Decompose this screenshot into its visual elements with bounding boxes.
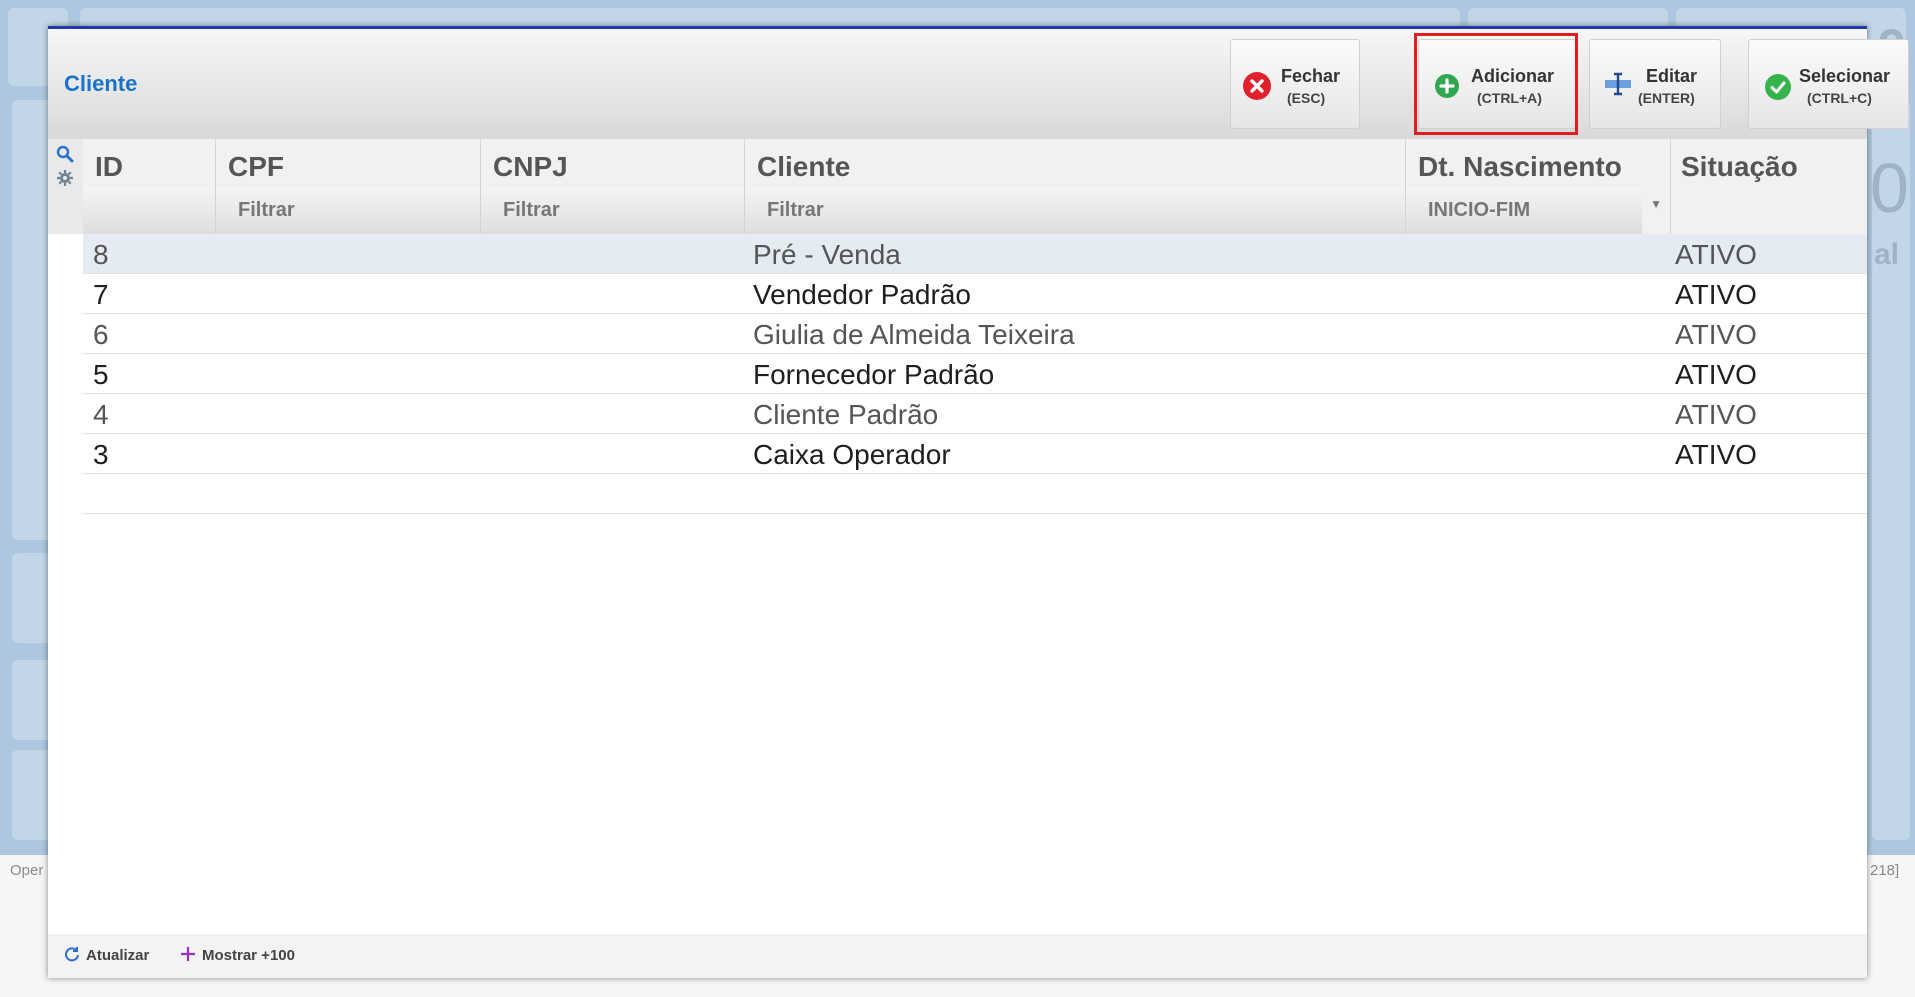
plus-icon [1435, 74, 1459, 98]
table-row[interactable]: 6 Giulia de Almeida Teixeira ATIVO [83, 314, 1867, 354]
gear-icon[interactable] [56, 169, 74, 192]
cell-id: 4 [93, 399, 109, 430]
cell-cliente: Pré - Venda [753, 239, 901, 270]
cell-cliente: Fornecedor Padrão [753, 359, 995, 390]
column-title: ID [95, 151, 123, 182]
dialog-header: Cliente Fechar (ESC) Adicionar (CTRL+A) … [48, 29, 1909, 139]
cell-situacao: ATIVO [1675, 279, 1757, 310]
cell-situacao: ATIVO [1675, 239, 1757, 270]
column-filter-empty [83, 187, 215, 234]
column-id[interactable]: ID [83, 139, 216, 234]
cell-id: 6 [93, 319, 109, 350]
cell-id: 3 [93, 439, 109, 470]
background-tile [12, 553, 52, 643]
cell-cliente: Cliente Padrão [753, 399, 939, 430]
cell-situacao: ATIVO [1675, 319, 1757, 350]
table-row[interactable]: 5 Fornecedor Padrão ATIVO [83, 354, 1867, 394]
cliente-filter-input[interactable] [745, 187, 1405, 234]
background-text: 218] [1870, 862, 1900, 879]
column-title: CPF [228, 151, 284, 182]
dialog-footer: Atualizar Mostrar +100 [48, 934, 1867, 978]
check-icon [1765, 74, 1791, 100]
background-text: Oper [10, 862, 44, 879]
text-cursor-icon [1604, 70, 1632, 98]
close-icon [1243, 72, 1271, 100]
column-title: Dt. Nascimento [1418, 151, 1622, 182]
cliente-dialog: Cliente Fechar (ESC) Adicionar (CTRL+A) … [48, 26, 1909, 978]
fechar-shortcut: (ESC) [1287, 90, 1326, 106]
cell-id: 5 [93, 359, 109, 390]
column-cliente[interactable]: Cliente [745, 139, 1406, 234]
column-title: Cliente [757, 151, 851, 182]
fechar-button[interactable]: Fechar (ESC) [1230, 39, 1360, 129]
background-text: al [1874, 238, 1900, 271]
plus-icon [180, 946, 196, 967]
search-icon[interactable] [56, 145, 74, 168]
table-row[interactable]: 8 Pré - Venda ATIVO [83, 234, 1867, 274]
cell-cliente: Vendedor Padrão [753, 279, 971, 310]
cell-cliente: Giulia de Almeida Teixeira [753, 319, 1075, 350]
adicionar-shortcut: (CTRL+A) [1477, 90, 1542, 106]
refresh-icon [64, 946, 80, 967]
cnpj-filter-input[interactable] [481, 187, 744, 234]
adicionar-label: Adicionar [1471, 66, 1555, 86]
table-row[interactable]: 7 Vendedor Padrão ATIVO [83, 274, 1867, 314]
column-cnpj[interactable]: CNPJ [481, 139, 745, 234]
dt-nascimento-filter-input[interactable] [1406, 187, 1642, 234]
mostrar-mais-button[interactable]: Mostrar +100 [180, 946, 295, 967]
grid-header: ID CPF CNPJ Cliente Dt. Nascimento ▼ Sit… [83, 139, 1867, 234]
cell-cliente: Caixa Operador [753, 439, 951, 470]
column-situacao[interactable]: Situação [1671, 139, 1867, 234]
fechar-label: Fechar [1281, 66, 1341, 86]
background-tile [12, 660, 52, 740]
atualizar-button[interactable]: Atualizar [64, 946, 149, 967]
atualizar-label: Atualizar [86, 947, 150, 964]
background-tile [80, 8, 1460, 28]
background-tile [1468, 8, 1668, 28]
editar-shortcut: (ENTER) [1638, 90, 1695, 106]
column-title: CNPJ [493, 151, 568, 182]
column-cpf[interactable]: CPF [216, 139, 481, 234]
column-dt-nascimento[interactable]: Dt. Nascimento ▼ [1406, 139, 1671, 234]
column-title: Situação [1681, 151, 1798, 182]
cell-id: 7 [93, 279, 109, 310]
selecionar-button[interactable]: Selecionar (CTRL+C) [1748, 39, 1909, 129]
table-row[interactable]: 4 Cliente Padrão ATIVO [83, 394, 1867, 434]
selecionar-shortcut: (CTRL+C) [1807, 90, 1872, 106]
editar-label: Editar [1646, 66, 1698, 86]
adicionar-button[interactable]: Adicionar (CTRL+A) [1418, 39, 1576, 129]
cell-id: 8 [93, 239, 109, 270]
cell-situacao: ATIVO [1675, 399, 1757, 430]
grid-body: 8 Pré - Venda ATIVO 7 Vendedor Padrão AT… [83, 234, 1867, 514]
chevron-down-icon[interactable]: ▼ [1650, 197, 1662, 211]
cpf-filter-input[interactable] [216, 187, 480, 234]
editar-button[interactable]: Editar (ENTER) [1589, 39, 1721, 129]
background-tile [12, 750, 52, 840]
selecionar-label: Selecionar [1799, 66, 1891, 86]
background-text: 0 [1870, 149, 1909, 227]
cell-situacao: ATIVO [1675, 439, 1757, 470]
table-row[interactable]: 3 Caixa Operador ATIVO [83, 434, 1867, 474]
grid-side-tools [48, 139, 83, 234]
empty-row [83, 474, 1867, 514]
background-tile [12, 100, 52, 540]
mostrar-mais-label: Mostrar +100 [202, 947, 295, 964]
dialog-title: Cliente [64, 71, 138, 96]
cell-situacao: ATIVO [1675, 359, 1757, 390]
